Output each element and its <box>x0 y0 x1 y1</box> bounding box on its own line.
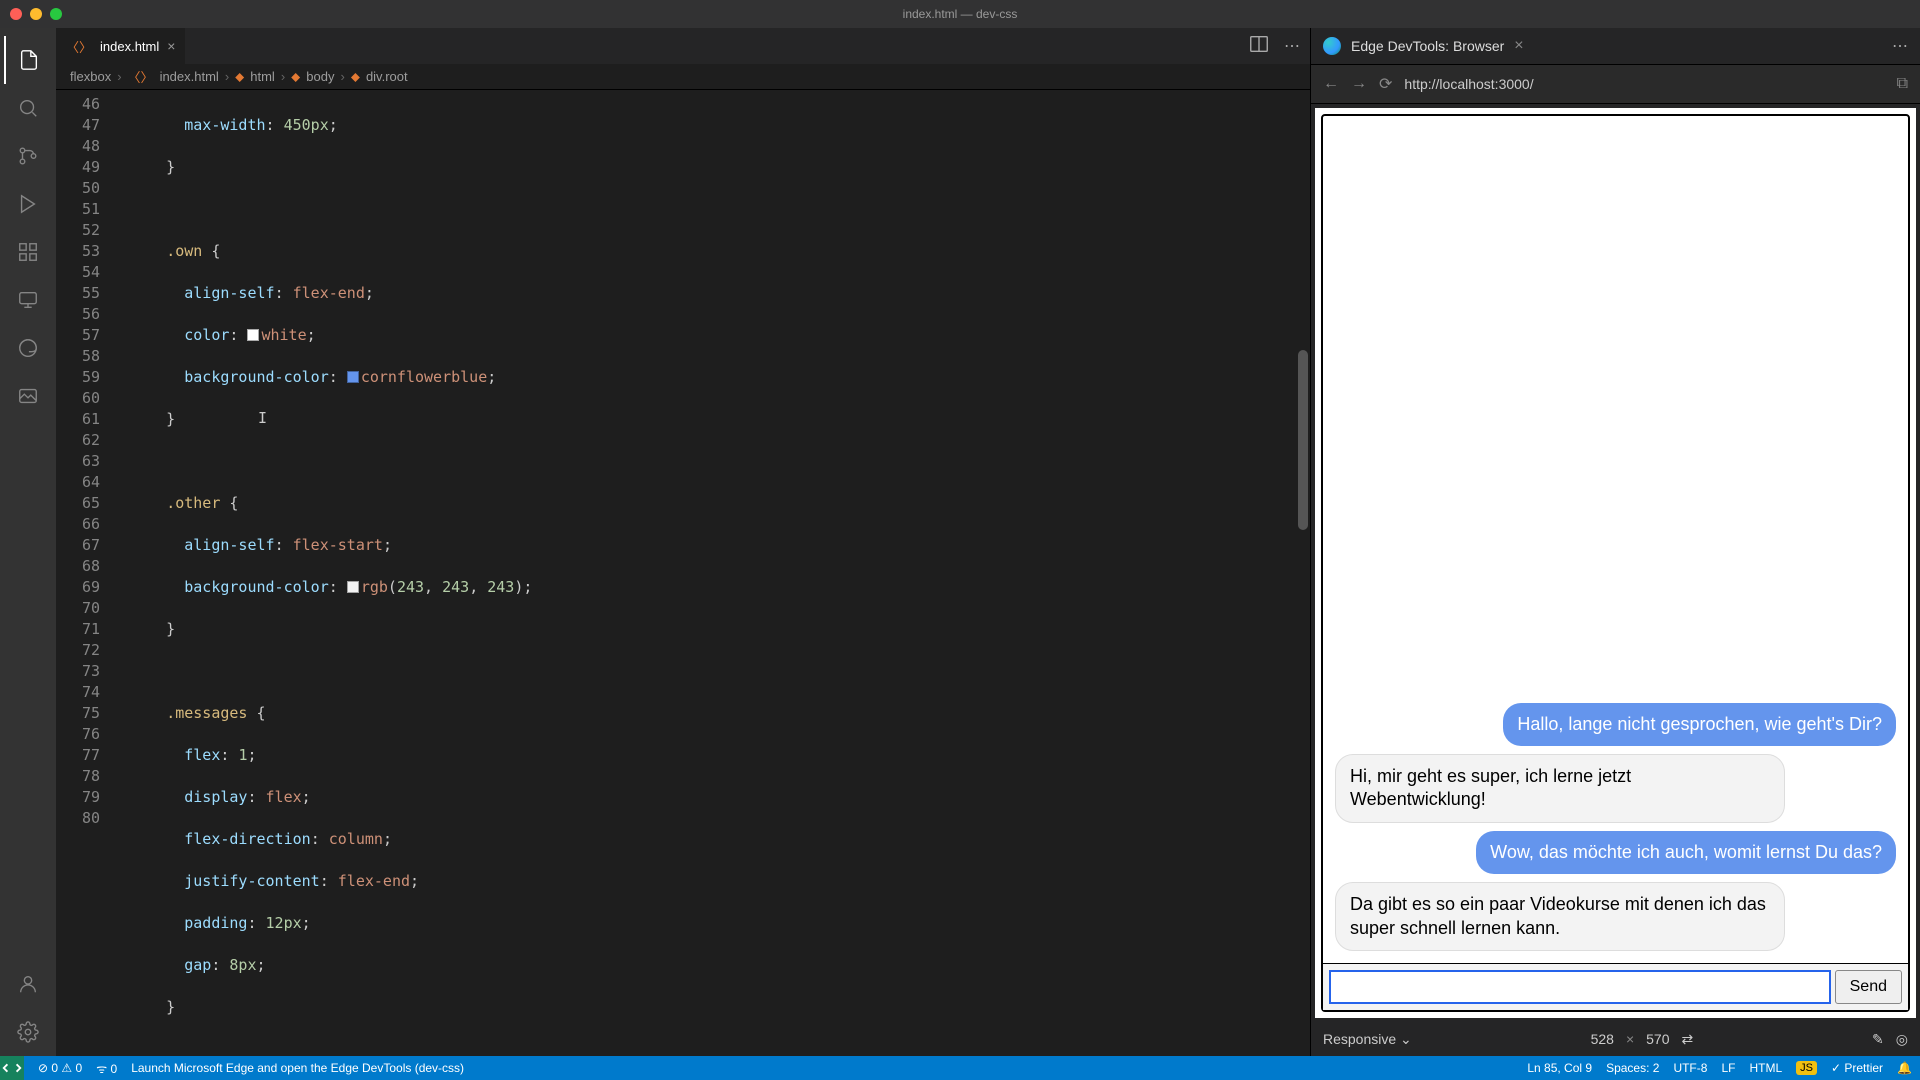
more-actions-icon[interactable]: ⋯ <box>1892 36 1908 56</box>
more-actions-icon[interactable]: ⋯ <box>1284 36 1300 56</box>
viewport-height[interactable]: 570 <box>1646 1031 1669 1047</box>
tab-bar: 〈〉 index.html × ⋯ <box>56 28 1310 64</box>
explorer-icon[interactable] <box>4 36 52 84</box>
chat-bubble-other: Hi, mir geht es super, ich lerne jetzt W… <box>1335 754 1785 823</box>
breadcrumb-seg[interactable]: index.html <box>160 69 219 84</box>
edge-browser-icon <box>1323 37 1341 55</box>
errors-indicator[interactable]: ⊘ 0 ⚠ 0 <box>38 1061 82 1075</box>
forward-icon[interactable]: → <box>1351 75 1367 93</box>
breadcrumb[interactable]: flexbox› 〈〉 index.html› ⬥ html› ⬥ body› … <box>56 64 1310 90</box>
screenshot-icon[interactable]: ✎ <box>1872 1031 1884 1048</box>
edge-tools-icon[interactable] <box>4 324 52 372</box>
eslint-badge[interactable]: JS <box>1796 1061 1817 1075</box>
language-mode[interactable]: HTML <box>1749 1061 1782 1075</box>
editor-region: 〈〉 index.html × ⋯ flexbox› 〈〉 index.html… <box>56 28 1310 1056</box>
breadcrumb-seg[interactable]: body <box>306 69 334 84</box>
devtools-panel: Edge DevTools: Browser × ⋯ ← → ⟳ http://… <box>1310 28 1920 1056</box>
preview-frame: Hallo, lange nicht gesprochen, wie geht'… <box>1315 108 1916 1018</box>
settings-icon[interactable] <box>4 1008 52 1056</box>
gallery-icon[interactable] <box>4 372 52 420</box>
chat-bubble-other: Da gibt es so ein paar Videokurse mit de… <box>1335 882 1785 951</box>
remote-explorer-icon[interactable] <box>4 276 52 324</box>
remote-indicator[interactable] <box>0 1056 24 1080</box>
send-button[interactable]: Send <box>1835 970 1902 1004</box>
notifications-icon[interactable]: 🔔 <box>1897 1061 1912 1075</box>
refresh-icon[interactable]: ⟳ <box>1379 74 1392 94</box>
source-control-icon[interactable] <box>4 132 52 180</box>
css-overview-icon[interactable]: ◎ <box>1896 1031 1908 1048</box>
rotate-icon[interactable]: ⇄ <box>1682 1031 1694 1048</box>
chat-bubble-own: Wow, das möchte ich auch, womit lernst D… <box>1476 831 1896 874</box>
breadcrumb-seg[interactable]: flexbox <box>70 69 111 84</box>
search-icon[interactable] <box>4 84 52 132</box>
element-icon: ⬥ <box>235 69 244 85</box>
url-input[interactable]: http://localhost:3000/ <box>1404 76 1884 92</box>
devtools-title: Edge DevTools: Browser <box>1351 38 1504 54</box>
html-file-icon: 〈〉 <box>128 67 154 86</box>
prettier-status[interactable]: ✓ Prettier <box>1831 1061 1883 1075</box>
chat-messages: Hallo, lange nicht gesprochen, wie geht'… <box>1323 116 1908 963</box>
window-controls <box>10 8 62 20</box>
encoding[interactable]: UTF-8 <box>1673 1061 1707 1075</box>
line-gutter: 4647484950515253545556575859606162636465… <box>56 90 112 1056</box>
extensions-icon[interactable] <box>4 228 52 276</box>
maximize-window-button[interactable] <box>50 8 62 20</box>
tab-filename: index.html <box>100 39 159 54</box>
close-tab-icon[interactable]: × <box>167 38 175 54</box>
device-dropdown[interactable]: Responsive ⌄ <box>1323 1031 1412 1048</box>
activity-bar <box>0 28 56 1056</box>
code-content[interactable]: max-width: 450px; } .own { align-self: f… <box>112 90 1310 1056</box>
cursor-position[interactable]: Ln 85, Col 9 <box>1527 1061 1592 1075</box>
element-icon: ⬥ <box>351 69 360 85</box>
titlebar: index.html — dev-css <box>0 0 1920 28</box>
launch-edge-action[interactable]: Launch Microsoft Edge and open the Edge … <box>131 1061 464 1075</box>
breadcrumb-seg[interactable]: html <box>250 69 275 84</box>
eol[interactable]: LF <box>1721 1061 1735 1075</box>
close-window-button[interactable] <box>10 8 22 20</box>
html-file-icon: 〈〉 <box>66 37 92 56</box>
chat-input-row: Send <box>1323 963 1908 1010</box>
tab-index-html[interactable]: 〈〉 index.html × <box>56 28 185 64</box>
text-cursor-icon: 𝙸 <box>258 408 267 429</box>
window-title: index.html — dev-css <box>903 7 1018 21</box>
times-icon: × <box>1626 1031 1634 1047</box>
chat-bubble-own: Hallo, lange nicht gesprochen, wie geht'… <box>1503 703 1896 746</box>
minimize-window-button[interactable] <box>30 8 42 20</box>
accounts-icon[interactable] <box>4 960 52 1008</box>
back-icon[interactable]: ← <box>1323 75 1339 93</box>
chevron-down-icon: ⌄ <box>1400 1031 1412 1047</box>
indentation[interactable]: Spaces: 2 <box>1606 1061 1659 1075</box>
devtools-toolbar: ← → ⟳ http://localhost:3000/ ⧉ <box>1311 64 1920 104</box>
element-icon: ⬥ <box>291 69 300 85</box>
workbench: 〈〉 index.html × ⋯ flexbox› 〈〉 index.html… <box>0 28 1920 1056</box>
devtools-tab[interactable]: Edge DevTools: Browser × ⋯ <box>1311 28 1920 64</box>
port-indicator[interactable]: ᯤ 0 <box>96 1060 117 1077</box>
chat-text-input[interactable] <box>1329 970 1831 1004</box>
run-debug-icon[interactable] <box>4 180 52 228</box>
devtools-footer: Responsive ⌄ 528 × 570 ⇄ ✎ ◎ <box>1311 1022 1920 1056</box>
status-bar: ⊘ 0 ⚠ 0 ᯤ 0 Launch Microsoft Edge and op… <box>0 1056 1920 1080</box>
breadcrumb-seg[interactable]: div.root <box>366 69 408 84</box>
scrollbar-thumb[interactable] <box>1298 350 1308 530</box>
viewport-width[interactable]: 528 <box>1591 1031 1614 1047</box>
close-devtools-icon[interactable]: × <box>1514 37 1523 55</box>
open-external-icon[interactable]: ⧉ <box>1897 75 1908 93</box>
split-editor-icon[interactable] <box>1248 33 1270 60</box>
code-editor[interactable]: 4647484950515253545556575859606162636465… <box>56 90 1310 1056</box>
